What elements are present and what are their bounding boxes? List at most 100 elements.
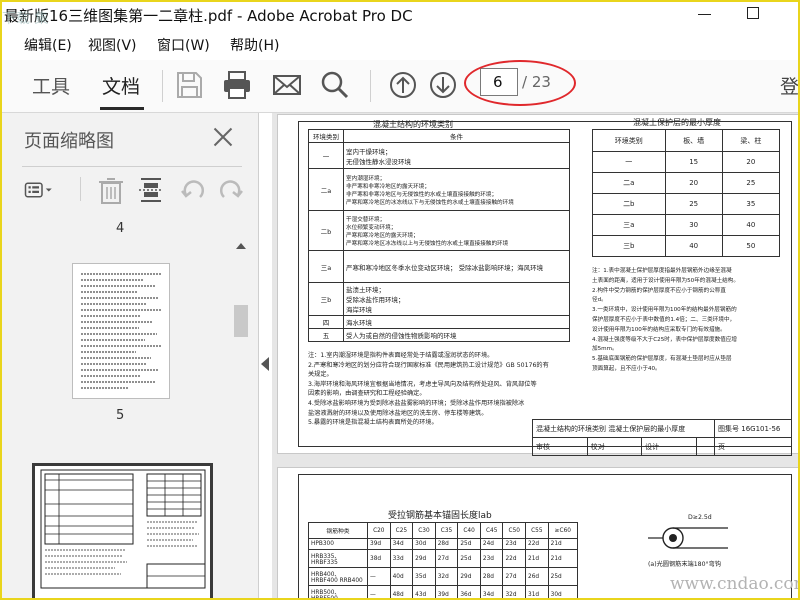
anchor-cell: 32d xyxy=(434,567,459,586)
search-icon[interactable] xyxy=(318,68,352,102)
anchor-cell: 39d xyxy=(434,585,459,598)
environment-table: 环境类别 条件 一室内干燥环境； 无侵蚀性静水浸没环境 二a 室内潮湿环境； 非严… xyxy=(308,129,570,342)
scroll-up-icon[interactable] xyxy=(236,243,246,249)
title-block: 混凝土结构的环境类别 混凝土保护层的最小厚度 图集号 16G101-56 审核 … xyxy=(532,419,792,456)
anchor-header: C30 xyxy=(412,522,436,539)
env-cell-condition: 室内潮湿环境； 非严寒和非寒冷地区的露天环境； 非严寒和非寒冷地区与无侵蚀性的水… xyxy=(343,168,570,211)
thumbnail-preview xyxy=(40,469,206,589)
anchor-cell: 25d xyxy=(547,567,579,586)
anchor-cell: 27d xyxy=(502,567,527,586)
anchor-cell: 27d xyxy=(434,549,459,568)
cover-cell: 一 xyxy=(592,151,666,173)
cover-cell: 20 xyxy=(664,172,723,194)
site-watermark: www.cndao.com xyxy=(670,574,800,594)
env-header-condition: 条件 xyxy=(343,129,570,143)
email-icon[interactable] xyxy=(270,68,304,102)
cover-header-slab: 板、墙 xyxy=(664,129,723,152)
cover-cell: 50 xyxy=(721,235,781,257)
cover-cell: 二a xyxy=(592,172,666,194)
env-cell-category: 一 xyxy=(308,142,344,169)
menu-view[interactable]: 视图(V) xyxy=(88,35,137,55)
app-window: 最新版16三维图集第一二章柱.pdf - Adobe Acrobat Pro D… xyxy=(0,0,800,600)
previous-page-icon[interactable] xyxy=(386,68,420,102)
anchor-cell: 24d xyxy=(479,538,504,550)
atlas-value: 16G101-56 xyxy=(741,424,781,433)
anchor-header: C35 xyxy=(434,522,459,539)
sign-in-link[interactable]: 登 xyxy=(780,72,798,99)
document-view[interactable]: 混凝土结构的环境类别 环境类别 条件 一室内干燥环境； 无侵蚀性静水浸没环境 二… xyxy=(272,113,798,598)
env-cell-category: 五 xyxy=(308,328,344,342)
cover-cell: 25 xyxy=(664,193,723,215)
cover-note-line: 土表面的距离，适用于设计使用年限为50年的混凝土结构。 xyxy=(592,277,739,284)
env-cell-category: 三a xyxy=(308,250,344,283)
extract-page-icon[interactable] xyxy=(136,175,166,205)
save-icon[interactable] xyxy=(172,68,206,102)
anchor-cell: 22d xyxy=(502,549,527,568)
next-page-icon[interactable] xyxy=(426,68,460,102)
anchor-cell: 29d xyxy=(457,567,481,586)
anchor-header: C50 xyxy=(502,522,527,539)
cover-note-line: 5.基础底面钢筋的保护层厚度，有混凝土垫层时应从垫层 xyxy=(592,356,732,363)
tab-tools[interactable]: 工具 xyxy=(32,72,70,99)
anchor-cell: 28d xyxy=(479,567,504,586)
anchor-cell: — xyxy=(367,567,391,586)
env-cell-condition: 盐渍土环境； 受除冰盐作用环境； 海岸环境 xyxy=(343,282,570,316)
thumbnail-preview xyxy=(81,273,161,389)
env-notes: 注：1.室内潮湿环境是指构件表面经常处于结露或湿润状态的环境。 2.严寒和寒冷地… xyxy=(308,351,549,428)
maximize-button[interactable] xyxy=(742,4,764,24)
minimize-button[interactable] xyxy=(694,4,716,24)
anchor-cell: 21d xyxy=(547,538,579,550)
anchor-cell: 25d xyxy=(457,549,481,568)
close-panel-icon[interactable] xyxy=(212,125,234,147)
proof-label: 校对 xyxy=(586,437,643,456)
env-note-line: 盐溶液溅射的环境以及使用除冰盐地区的洗车房、停车楼等建筑。 xyxy=(308,409,488,417)
anchor-cell: 21d xyxy=(525,549,549,568)
cover-cell: 15 xyxy=(664,151,723,173)
anchor-cell: 23d xyxy=(479,549,504,568)
env-cell-condition: 干湿交替环境； 水位频繁变动环境； 严寒和寒冷地区的露天环境； 严寒和寒冷地区冰… xyxy=(343,210,570,251)
env-cell-condition: 受人为或自然的侵蚀性物质影响的环境 xyxy=(343,328,570,342)
page-thumbnail-5[interactable] xyxy=(72,263,170,399)
thumbnail-scrollbar[interactable] xyxy=(231,243,251,598)
anchor-cell: — xyxy=(367,585,391,598)
anchorage-length-table: 钢筋种类 C20 C25 C30 C35 C40 C45 C50 C55 ≥C6… xyxy=(308,522,579,598)
page-thumbnail-6[interactable] xyxy=(32,463,213,598)
anchor-cell: 31d xyxy=(525,585,549,598)
title-bar: 最新版16三维图集第一二章柱.pdf - Adobe Acrobat Pro D… xyxy=(2,2,798,30)
cover-header-category: 环境类别 xyxy=(592,129,666,152)
cover-note-line: 2.构件中受力钢筋的保护层厚度不应小于钢筋的公称直 xyxy=(592,287,726,294)
anchor-header: C20 xyxy=(367,522,391,539)
page-label: 页 xyxy=(714,437,792,456)
env-cell-category: 四 xyxy=(308,315,344,329)
anchor-cell: 29d xyxy=(412,549,436,568)
anchor-header: ≥C60 xyxy=(547,522,579,539)
menu-edit[interactable]: 编辑(E) xyxy=(24,35,72,55)
anchor-header: C25 xyxy=(389,522,414,539)
scrollbar-thumb[interactable] xyxy=(234,305,248,337)
hook-dimension: D≥2.5d xyxy=(688,514,712,521)
anchor-cell: HRB335、HRBF335 xyxy=(308,549,368,568)
anchor-cell: 38d xyxy=(367,549,391,568)
menu-help[interactable]: 帮助(H) xyxy=(230,35,279,55)
tab-document[interactable]: 文档 xyxy=(102,72,140,99)
cover-note-line: 顶面算起，且不应小于40。 xyxy=(592,365,661,372)
thumbnails-panel: 页面缩略图 4 5 xyxy=(2,113,259,598)
highlight-annotation xyxy=(464,60,576,106)
title-block-name: 混凝土结构的环境类别 混凝土保护层的最小厚度 xyxy=(532,419,715,438)
print-icon[interactable] xyxy=(220,68,254,102)
atlas-label: 图集号 xyxy=(718,424,739,433)
env-cell-category: 二b xyxy=(308,210,344,251)
redo-rotate-icon[interactable] xyxy=(216,175,246,205)
delete-page-icon[interactable] xyxy=(96,175,126,205)
anchor-header: C40 xyxy=(457,522,481,539)
options-menu-icon[interactable] xyxy=(24,175,54,205)
undo-rotate-icon[interactable] xyxy=(178,175,208,205)
env-note-line: 2.严寒和寒冷地区的划分应符合现行国家标准《民用建筑热工设计规范》GB 5017… xyxy=(308,361,549,369)
menu-window[interactable]: 窗口(W) xyxy=(157,35,210,55)
anchor-cell: 34d xyxy=(389,538,414,550)
cover-note-line: 保护层厚度不应小于表中数值的1.4倍；二、三类环境中， xyxy=(592,316,736,323)
anchor-cell: 23d xyxy=(502,538,527,550)
collapse-panel-icon[interactable] xyxy=(261,357,269,371)
env-header-category: 环境类别 xyxy=(308,129,344,143)
cover-note-line: 径d。 xyxy=(592,297,607,304)
